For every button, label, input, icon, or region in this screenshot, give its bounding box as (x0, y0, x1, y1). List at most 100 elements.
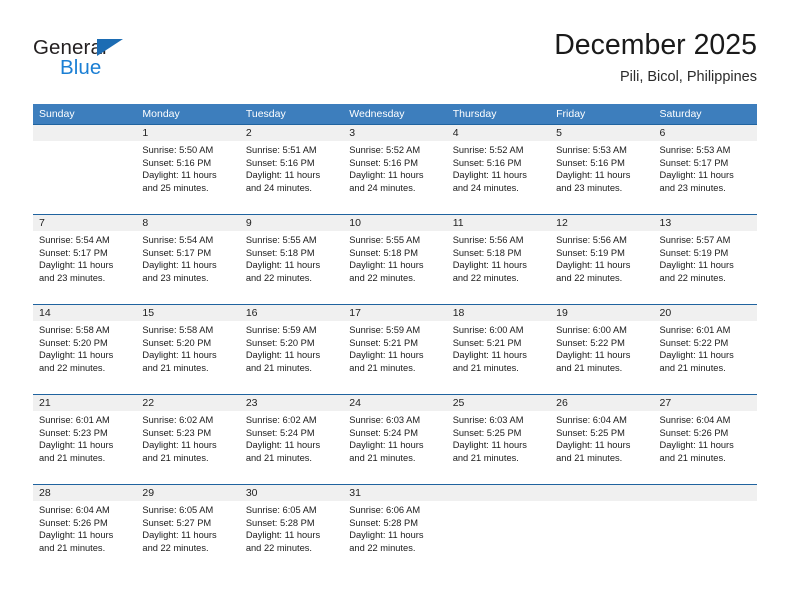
day-sunrise-text: Sunrise: 5:56 AM (452, 235, 524, 245)
day-sunset-text: Sunset: 5:27 PM (142, 517, 212, 528)
day-number: 8 (136, 215, 240, 231)
day-details: Sunrise: 6:01 AM Sunset: 5:22 PM Daylight:… (654, 321, 757, 374)
day-sunrise-text: Sunrise: 5:59 AM (349, 325, 421, 335)
day-daylight-2-text: and 21 minutes. (245, 452, 312, 463)
day-sunset-text: Sunset: 5:23 PM (39, 427, 108, 438)
day-number: 29 (136, 485, 240, 501)
calendar-day-cell[interactable]: 2 Sunrise: 5:51 AM Sunset: 5:16 PM Daylight… (239, 125, 344, 214)
day-number: 24 (343, 395, 447, 411)
calendar-day-cell[interactable]: 12 Sunrise: 5:56 AM Sunset: 5:19 PM Dayligh… (550, 215, 654, 304)
weekday-header-monday: Monday (142, 108, 180, 120)
day-sunset-text: Sunset: 5:21 PM (452, 337, 522, 348)
day-number: 3 (343, 125, 447, 141)
day-sunset-text: Sunset: 5:26 PM (659, 427, 729, 438)
day-sunrise-text: Sunrise: 6:04 AM (39, 505, 110, 515)
day-daylight-1-text: Daylight: 11 hours (556, 260, 631, 271)
day-daylight-1-text: Daylight: 11 hours (659, 350, 734, 361)
calendar-day-cell[interactable]: 8 Sunrise: 5:54 AM Sunset: 5:17 PM Daylight… (136, 215, 240, 304)
weekday-header-row: Sunday Monday Tuesday Wednesday Thursday Frid… (33, 104, 757, 124)
day-details: Sunrise: 5:55 AM Sunset: 5:18 PM Daylight:… (240, 231, 343, 284)
calendar-day-cell[interactable]: 15 Sunrise: 5:58 AM Sunset: 5:20 PM Dayligh… (136, 305, 240, 394)
calendar-cell-empty (653, 485, 757, 574)
day-daylight-1-text: Daylight: 11 hours (452, 440, 527, 451)
day-daylight-2-text: and 21 minutes. (452, 362, 519, 373)
day-sunrise-text: Sunrise: 6:03 AM (452, 415, 524, 425)
day-sunrise-text: Sunrise: 5:56 AM (556, 235, 627, 245)
page-subtitle: Pili, Bicol, Philippines (619, 69, 757, 85)
day-daylight-2-text: and 22 minutes. (245, 272, 312, 283)
day-daylight-2-text: and 21 minutes. (349, 452, 416, 463)
calendar-day-cell[interactable]: 25 Sunrise: 6:03 AM Sunset: 5:25 PM Dayligh… (446, 395, 551, 484)
day-sunset-text: Sunset: 5:21 PM (349, 337, 418, 348)
day-daylight-2-text: and 21 minutes. (142, 362, 209, 373)
calendar-day-cell[interactable]: 13 Sunrise: 5:57 AM Sunset: 5:19 PM Dayligh… (653, 215, 757, 304)
day-daylight-1-text: Daylight: 11 hours (349, 260, 424, 271)
calendar-week-row: 7 Sunrise: 5:54 AM Sunset: 5:17 PM Daylight… (33, 214, 757, 304)
calendar-day-cell[interactable]: 18 Sunrise: 6:00 AM Sunset: 5:21 PM Dayligh… (446, 305, 551, 394)
day-number: 7 (33, 215, 137, 231)
calendar-day-cell[interactable]: 17 Sunrise: 5:59 AM Sunset: 5:21 PM Dayligh… (343, 305, 447, 394)
day-sunset-text: Sunset: 5:24 PM (349, 427, 418, 438)
calendar-day-cell[interactable]: 22 Sunrise: 6:02 AM Sunset: 5:23 PM Dayligh… (136, 395, 240, 484)
calendar-day-cell[interactable]: 3 Sunrise: 5:52 AM Sunset: 5:16 PM Daylight… (343, 125, 447, 214)
day-sunset-text: Sunset: 5:17 PM (142, 247, 212, 258)
day-details: Sunrise: 6:04 AM Sunset: 5:26 PM Daylight:… (33, 501, 136, 554)
calendar-cell-empty (446, 485, 551, 574)
day-sunrise-text: Sunrise: 5:52 AM (452, 145, 524, 155)
weekday-header-friday: Friday (556, 108, 586, 120)
day-number: 14 (33, 305, 137, 321)
calendar-day-cell[interactable]: 21 Sunrise: 6:01 AM Sunset: 5:23 PM Dayligh… (33, 395, 137, 484)
day-details: Sunrise: 5:54 AM Sunset: 5:17 PM Daylight:… (33, 231, 136, 284)
day-daylight-1-text: Daylight: 11 hours (452, 350, 527, 361)
day-sunset-text: Sunset: 5:18 PM (245, 247, 315, 258)
page-header: General Blue December 2025 Pili, Bicol, … (33, 28, 757, 96)
calendar-day-cell[interactable]: 7 Sunrise: 5:54 AM Sunset: 5:17 PM Daylight… (33, 215, 137, 304)
day-number: 30 (239, 485, 344, 501)
calendar-week-row: 14 Sunrise: 5:58 AM Sunset: 5:20 PM Dayligh… (33, 304, 757, 394)
day-daylight-1-text: Daylight: 11 hours (142, 260, 217, 271)
calendar-day-cell[interactable]: 31 Sunrise: 6:06 AM Sunset: 5:28 PM Dayligh… (343, 485, 447, 574)
general-blue-logo: General Blue (33, 36, 213, 92)
day-number: 20 (653, 305, 757, 321)
day-details: Sunrise: 5:56 AM Sunset: 5:19 PM Daylight:… (550, 231, 653, 284)
day-number: 17 (343, 305, 447, 321)
day-sunset-text: Sunset: 5:16 PM (142, 157, 212, 168)
day-sunrise-text: Sunrise: 5:51 AM (245, 145, 317, 155)
day-number: 2 (239, 125, 344, 141)
day-number: 23 (239, 395, 344, 411)
day-number (33, 125, 137, 141)
calendar-day-cell[interactable]: 19 Sunrise: 6:00 AM Sunset: 5:22 PM Dayligh… (550, 305, 654, 394)
day-sunrise-text: Sunrise: 5:53 AM (556, 145, 627, 155)
calendar-day-cell[interactable]: 1 Sunrise: 5:50 AM Sunset: 5:16 PM Daylight… (136, 125, 240, 214)
calendar-day-cell[interactable]: 28 Sunrise: 6:04 AM Sunset: 5:26 PM Dayligh… (33, 485, 137, 574)
day-details: Sunrise: 5:51 AM Sunset: 5:16 PM Daylight:… (240, 141, 343, 194)
day-sunset-text: Sunset: 5:24 PM (245, 427, 315, 438)
calendar-day-cell[interactable]: 14 Sunrise: 5:58 AM Sunset: 5:20 PM Dayligh… (33, 305, 137, 394)
calendar-day-cell[interactable]: 10 Sunrise: 5:55 AM Sunset: 5:18 PM Dayligh… (343, 215, 447, 304)
day-details: Sunrise: 5:54 AM Sunset: 5:17 PM Daylight:… (136, 231, 239, 284)
calendar-day-cell[interactable]: 30 Sunrise: 6:05 AM Sunset: 5:28 PM Dayligh… (239, 485, 344, 574)
calendar-day-cell[interactable]: 29 Sunrise: 6:05 AM Sunset: 5:27 PM Dayligh… (136, 485, 240, 574)
day-daylight-1-text: Daylight: 11 hours (349, 530, 424, 541)
calendar-day-cell[interactable]: 27 Sunrise: 6:04 AM Sunset: 5:26 PM Dayligh… (653, 395, 757, 484)
day-number: 12 (550, 215, 654, 231)
calendar-day-cell[interactable]: 6 Sunrise: 5:53 AM Sunset: 5:17 PM Daylight… (653, 125, 757, 214)
calendar-day-cell[interactable]: 26 Sunrise: 6:04 AM Sunset: 5:25 PM Dayligh… (550, 395, 654, 484)
calendar-day-cell[interactable]: 24 Sunrise: 6:03 AM Sunset: 5:24 PM Dayligh… (343, 395, 447, 484)
calendar-day-cell[interactable]: 20 Sunrise: 6:01 AM Sunset: 5:22 PM Dayligh… (653, 305, 757, 394)
calendar-day-cell[interactable]: 4 Sunrise: 5:52 AM Sunset: 5:16 PM Daylight… (446, 125, 551, 214)
calendar-day-cell[interactable]: 16 Sunrise: 5:59 AM Sunset: 5:20 PM Dayligh… (239, 305, 344, 394)
calendar-cell-empty (550, 485, 654, 574)
day-daylight-1-text: Daylight: 11 hours (245, 170, 321, 181)
calendar-day-cell[interactable]: 23 Sunrise: 6:02 AM Sunset: 5:24 PM Dayligh… (239, 395, 344, 484)
weekday-header-sunday: Sunday (39, 108, 75, 120)
day-sunset-text: Sunset: 5:17 PM (39, 247, 108, 258)
day-daylight-2-text: and 21 minutes. (142, 452, 209, 463)
logo-text-blue: Blue (60, 56, 102, 79)
day-details: Sunrise: 6:04 AM Sunset: 5:25 PM Daylight:… (550, 411, 653, 464)
calendar-day-cell[interactable]: 11 Sunrise: 5:56 AM Sunset: 5:18 PM Dayligh… (446, 215, 551, 304)
day-sunset-text: Sunset: 5:18 PM (349, 247, 418, 258)
calendar-day-cell[interactable]: 5 Sunrise: 5:53 AM Sunset: 5:16 PM Daylight… (550, 125, 654, 214)
calendar-day-cell[interactable]: 9 Sunrise: 5:55 AM Sunset: 5:18 PM Daylight… (239, 215, 344, 304)
day-number: 19 (550, 305, 654, 321)
